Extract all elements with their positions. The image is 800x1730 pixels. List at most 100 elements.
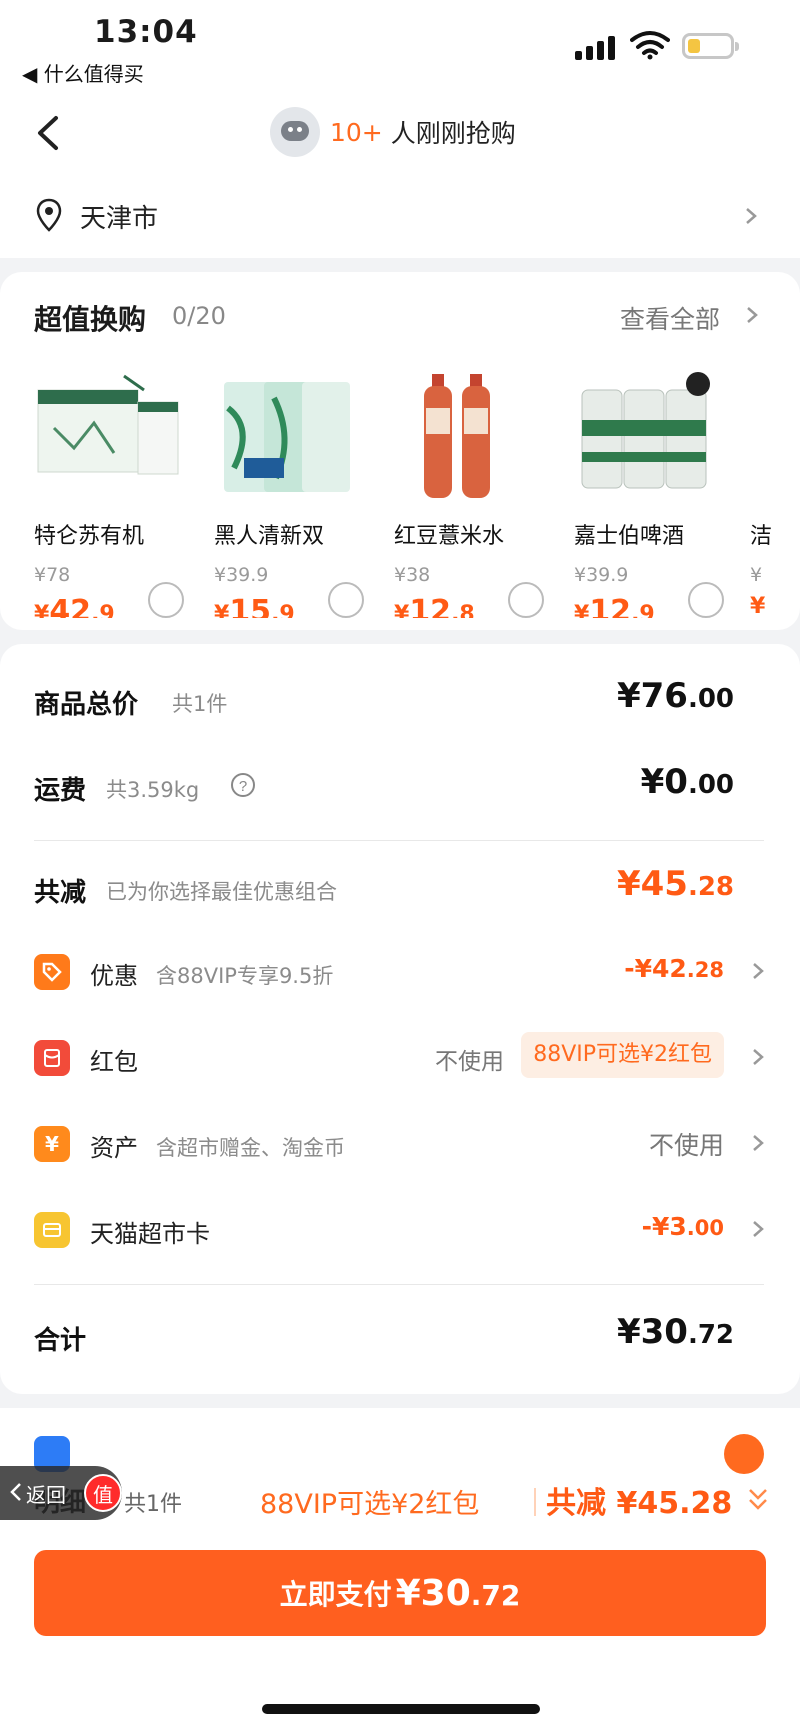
tmall-card-label: 天猫超市卡 bbox=[90, 1220, 210, 1248]
product-orig-price: ¥39.9 bbox=[214, 564, 269, 586]
view-all-link[interactable]: 查看全部 bbox=[620, 300, 720, 336]
back-to-app-link[interactable]: ◀ 什么值得买 bbox=[22, 58, 144, 87]
product-image-drink-bottles bbox=[424, 374, 490, 498]
redpacket-no-use: 不使用 bbox=[435, 1049, 504, 1075]
total-reduce-amount: ¥45.28 bbox=[616, 864, 734, 904]
chevron-right-icon bbox=[753, 1221, 764, 1237]
select-radio[interactable] bbox=[688, 582, 724, 618]
assets-desc: 含超市赠金、淘金币 bbox=[156, 1136, 345, 1160]
product-price: ¥15.9 bbox=[214, 594, 295, 618]
product-orig-price: ¥ bbox=[750, 564, 763, 586]
divider bbox=[34, 840, 764, 841]
wifi-icon bbox=[630, 31, 670, 60]
exchange-title: 超值换购 bbox=[34, 303, 147, 336]
product-image-beer-cans bbox=[581, 372, 710, 489]
select-radio[interactable] bbox=[508, 582, 544, 618]
pay-amount: ¥30.72 bbox=[395, 1572, 521, 1614]
zhi-badge: 值 bbox=[84, 1474, 122, 1512]
red-packet-icon bbox=[34, 1040, 70, 1076]
pay-label: 立即支付 bbox=[279, 1578, 392, 1611]
shipping-weight: 共3.59kg bbox=[106, 778, 200, 802]
chevron-right-icon bbox=[753, 963, 764, 979]
supermarket-card-icon bbox=[34, 1212, 70, 1248]
chevron-right-icon bbox=[747, 307, 758, 323]
detail-count: 共1件 bbox=[124, 1492, 182, 1517]
back-arrow-icon[interactable] bbox=[28, 110, 68, 156]
chevron-right-icon bbox=[753, 1049, 764, 1065]
divider bbox=[534, 1488, 536, 1516]
yuan-coin-icon: ¥ bbox=[34, 1126, 70, 1162]
exchange-product[interactable]: 特仑苏有机 ¥78 ¥42.9 bbox=[34, 368, 194, 618]
discount-amount: -¥42.28 bbox=[624, 954, 724, 983]
home-indicator bbox=[262, 1704, 540, 1714]
vip-promo-text: 88VIP可选¥2红包 bbox=[260, 1489, 480, 1520]
floating-return-button[interactable]: 返回 值 bbox=[0, 1466, 122, 1520]
battery-icon bbox=[682, 33, 739, 59]
product-price: ¥12.9 bbox=[574, 594, 655, 618]
product-price: ¥12.8 bbox=[394, 594, 475, 618]
assets-value: 不使用 bbox=[648, 1131, 724, 1160]
product-name: 嘉士伯啤酒 bbox=[574, 524, 685, 549]
goods-total-amount: ¥76.00 bbox=[616, 676, 734, 716]
bottom-bar: 明细 共1件 88VIP可选¥2红包 共减 ¥45.28 立即支付 ¥30.72 bbox=[0, 1408, 800, 1730]
total-reduce-row: 共减 已为你选择最佳优惠组合 ¥45.28 bbox=[34, 864, 734, 932]
signal-icon bbox=[575, 34, 619, 60]
robot-avatar-icon bbox=[270, 107, 320, 157]
total-reduce-desc: 已为你选择最佳优惠组合 bbox=[106, 880, 337, 904]
svg-text:?: ? bbox=[239, 778, 247, 795]
grand-total-row: 合计 ¥30.72 bbox=[34, 1312, 734, 1380]
product-name: 特仑苏有机 bbox=[34, 524, 145, 549]
redpacket-row[interactable]: 红包 不使用 88VIP可选¥2红包 bbox=[34, 1032, 764, 1096]
redpacket-vip-tag[interactable]: 88VIP可选¥2红包 bbox=[521, 1032, 724, 1078]
exchange-product[interactable]: 红豆薏米水 ¥38 ¥12.8 bbox=[394, 368, 554, 618]
redpacket-label: 红包 bbox=[90, 1048, 138, 1076]
discount-desc: 含88VIP专享9.5折 bbox=[156, 964, 334, 988]
exchange-product[interactable]: 黑人清新双 ¥39.9 ¥15.9 bbox=[214, 368, 374, 618]
chevron-left-icon bbox=[10, 1483, 21, 1501]
exchange-counter: 0/20 bbox=[172, 302, 226, 330]
goods-total-row: 商品总价 共1件 ¥76.00 bbox=[34, 676, 734, 744]
tmall-card-amount: -¥3.00 bbox=[641, 1212, 724, 1241]
chevron-right-icon bbox=[753, 1135, 764, 1151]
nav-bar: 10+ 人刚刚抢购 bbox=[0, 90, 800, 178]
address-city: 天津市 bbox=[80, 204, 159, 234]
product-orig-price: ¥38 bbox=[394, 564, 431, 586]
chevron-right-icon bbox=[746, 208, 757, 224]
status-time: 13:04 bbox=[94, 14, 198, 50]
product-name: 红豆薏米水 bbox=[394, 524, 505, 549]
address-row[interactable]: 天津市 bbox=[0, 178, 800, 258]
product-image-toothpaste bbox=[224, 382, 350, 492]
double-chevron-down-icon[interactable] bbox=[746, 1486, 770, 1514]
tmall-card-row[interactable]: 天猫超市卡 -¥3.00 bbox=[34, 1212, 764, 1268]
product-orig-price: ¥78 bbox=[34, 564, 71, 586]
product-image-milk bbox=[37, 374, 179, 475]
exchange-product[interactable]: 嘉士伯啤酒 ¥39.9 ¥12.9 bbox=[574, 368, 734, 618]
product-orig-price: ¥39.9 bbox=[574, 564, 629, 586]
exchange-section: 超值换购 0/20 查看全部 特仑苏有机 ¥78 ¥42.9 黑人清新双 ¥39… bbox=[0, 272, 800, 630]
product-price: ¥ bbox=[750, 594, 766, 618]
help-icon[interactable]: ? bbox=[230, 772, 256, 798]
order-summary: 商品总价 共1件 ¥76.00 运费 共3.59kg ? ¥0.00 共减 已为… bbox=[0, 644, 800, 1394]
product-name: 黑人清新双 bbox=[214, 524, 325, 549]
radio-selected-icon[interactable] bbox=[724, 1434, 764, 1474]
product-name: 洁 bbox=[750, 524, 773, 549]
bottom-total-reduce: 共减 ¥45.28 bbox=[546, 1486, 733, 1521]
shipping-row: 运费 共3.59kg ? ¥0.00 bbox=[34, 762, 734, 830]
product-price: ¥42.9 bbox=[34, 594, 115, 618]
goods-total-count: 共1件 bbox=[172, 692, 228, 716]
shipping-amount: ¥0.00 bbox=[640, 762, 734, 802]
grand-total-label: 合计 bbox=[34, 1326, 87, 1356]
buyer-text: 人刚刚抢购 bbox=[390, 119, 516, 148]
exchange-product[interactable]: 洁 ¥ ¥ bbox=[750, 368, 800, 618]
pay-now-button[interactable]: 立即支付 ¥30.72 bbox=[34, 1550, 766, 1636]
exchange-product-list: 特仑苏有机 ¥78 ¥42.9 黑人清新双 ¥39.9 ¥15.9 红豆薏米水 … bbox=[34, 368, 800, 618]
discount-row[interactable]: 优惠 含88VIP专享9.5折 -¥42.28 bbox=[34, 954, 764, 1010]
assets-label: 资产 bbox=[90, 1134, 138, 1162]
grand-total-amount: ¥30.72 bbox=[616, 1312, 734, 1352]
select-radio[interactable] bbox=[148, 582, 184, 618]
assets-row[interactable]: ¥ 资产 含超市赠金、淘金币 不使用 bbox=[34, 1126, 764, 1182]
shipping-label: 运费 bbox=[34, 776, 87, 806]
select-radio[interactable] bbox=[328, 582, 364, 618]
discount-label: 优惠 bbox=[90, 962, 138, 990]
discount-tag-icon bbox=[34, 954, 70, 990]
